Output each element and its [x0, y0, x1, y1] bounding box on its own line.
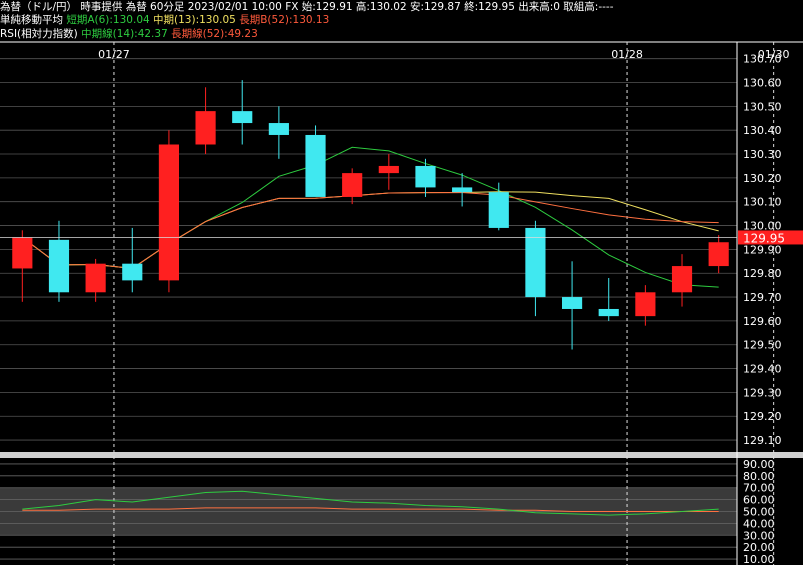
- price-tick-label: 130.10: [743, 196, 782, 209]
- candle-body: [195, 111, 216, 145]
- candle-body: [305, 134, 326, 197]
- candle-body: [158, 144, 180, 281]
- date-label: 01/28: [611, 48, 643, 61]
- candle-body: [12, 237, 33, 269]
- candle-body: [342, 173, 363, 197]
- price-tick-label: 129.70: [743, 291, 782, 304]
- price-tick-label: 130.20: [743, 172, 782, 185]
- candle-body: [525, 227, 546, 298]
- price-tick-label: 130.30: [743, 148, 782, 161]
- candle-body: [48, 239, 70, 293]
- panel-separator: [0, 452, 803, 458]
- candle-body: [635, 292, 656, 317]
- candle-body: [452, 187, 473, 193]
- price-tick-label: 129.10: [743, 434, 782, 447]
- price-tick-label: 129.40: [743, 363, 782, 376]
- ma-mid-line: [22, 191, 719, 269]
- price-tick-label: 129.30: [743, 386, 782, 399]
- candle-body: [232, 111, 253, 124]
- candle-body: [378, 165, 399, 174]
- price-tick-label: 129.60: [743, 315, 782, 328]
- price-tick-label: 129.50: [743, 339, 782, 352]
- candle-body: [671, 266, 693, 293]
- candle-body: [122, 263, 143, 281]
- price-tick-label: 129.20: [743, 410, 782, 423]
- price-tick-label: 130.40: [743, 124, 782, 137]
- price-tick-label: 130.60: [743, 77, 782, 90]
- candle-body: [488, 192, 509, 228]
- price-tick-label: 129.80: [743, 267, 782, 280]
- candle-body: [598, 308, 619, 317]
- rsi-tick-label: 10.00: [743, 553, 775, 565]
- candle-body: [561, 297, 583, 309]
- candle-body: [708, 242, 729, 267]
- date-label: 01/27: [98, 48, 130, 61]
- candle-body: [268, 123, 289, 135]
- candle-body: [415, 165, 436, 188]
- candle-body: [85, 263, 106, 293]
- date-label: 01/30: [758, 48, 790, 61]
- price-chart: 130.70130.60130.50130.40130.30130.20130.…: [0, 41, 803, 565]
- price-tick-label: 130.50: [743, 100, 782, 113]
- current-price-label: 129.95: [743, 231, 785, 245]
